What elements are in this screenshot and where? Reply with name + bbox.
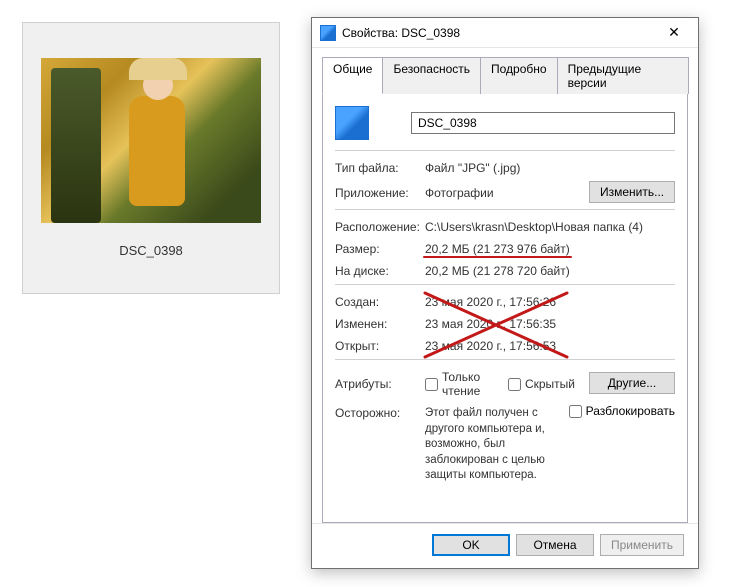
label-location: Расположение:: [335, 218, 425, 234]
value-created: 23 мая 2020 г., 17:56:26: [425, 293, 675, 309]
checkbox-readonly-label: Только чтение: [442, 370, 494, 398]
window-icon: [320, 25, 336, 41]
value-location: C:\Users\krasn\Desktop\Новая папка (4): [425, 218, 675, 234]
separator: [335, 150, 675, 151]
dialog-footer: OK Отмена Применить: [312, 523, 698, 568]
tab-body-general: Тип файла: Файл "JPG" (.jpg) Приложение:…: [322, 94, 688, 523]
value-sizeondisk: 20,2 МБ (21 278 720 байт): [425, 262, 675, 278]
titlebar[interactable]: Свойства: DSC_0398 ✕: [312, 18, 698, 48]
close-icon[interactable]: ✕: [654, 19, 694, 47]
apply-button[interactable]: Применить: [600, 534, 684, 556]
tab-general[interactable]: Общие: [322, 57, 383, 94]
checkbox-unblock-input[interactable]: [569, 405, 582, 418]
value-app: Фотографии: [425, 184, 589, 200]
label-filetype: Тип файла:: [335, 159, 425, 175]
separator: [335, 284, 675, 285]
ok-button[interactable]: OK: [432, 534, 510, 556]
value-filetype: Файл "JPG" (.jpg): [425, 159, 675, 175]
file-type-icon: [335, 106, 369, 140]
label-attributes: Атрибуты:: [335, 375, 425, 391]
label-size: Размер:: [335, 240, 425, 256]
label-modified: Изменен:: [335, 315, 425, 331]
value-accessed: 23 мая 2020 г., 17:56:53: [425, 337, 675, 353]
window-title: Свойства: DSC_0398: [342, 26, 654, 40]
tab-details[interactable]: Подробно: [480, 57, 558, 94]
warning-text: Этот файл получен с другого компьютера и…: [425, 404, 563, 484]
value-size: 20,2 МБ (21 273 976 байт): [425, 240, 675, 256]
checkbox-unblock[interactable]: Разблокировать: [569, 404, 675, 418]
separator: [335, 359, 675, 360]
thumbnail-caption[interactable]: DSC_0398: [119, 243, 183, 258]
checkbox-hidden[interactable]: Скрытый: [508, 377, 575, 391]
label-warning: Осторожно:: [335, 404, 425, 420]
label-app: Приложение:: [335, 184, 425, 200]
tab-previous-versions[interactable]: Предыдущие версии: [557, 57, 689, 94]
advanced-attributes-button[interactable]: Другие...: [589, 372, 675, 394]
properties-dialog: Свойства: DSC_0398 ✕ Общие Безопасность …: [311, 17, 699, 569]
cancel-button[interactable]: Отмена: [516, 534, 594, 556]
thumbnail-image[interactable]: [41, 58, 261, 223]
label-accessed: Открыт:: [335, 337, 425, 353]
filename-input[interactable]: [411, 112, 675, 134]
checkbox-hidden-input[interactable]: [508, 378, 521, 391]
tab-strip: Общие Безопасность Подробно Предыдущие в…: [322, 56, 688, 94]
thumbnail-panel: DSC_0398: [22, 22, 280, 294]
tab-security[interactable]: Безопасность: [382, 57, 481, 94]
checkbox-readonly-input[interactable]: [425, 378, 438, 391]
label-created: Создан:: [335, 293, 425, 309]
separator: [335, 209, 675, 210]
change-app-button[interactable]: Изменить...: [589, 181, 675, 203]
value-modified: 23 мая 2020 г., 17:56:35: [425, 315, 675, 331]
checkbox-hidden-label: Скрытый: [525, 377, 575, 391]
checkbox-unblock-label: Разблокировать: [586, 404, 675, 418]
checkbox-readonly[interactable]: Только чтение: [425, 370, 494, 398]
label-sizeondisk: На диске:: [335, 262, 425, 278]
